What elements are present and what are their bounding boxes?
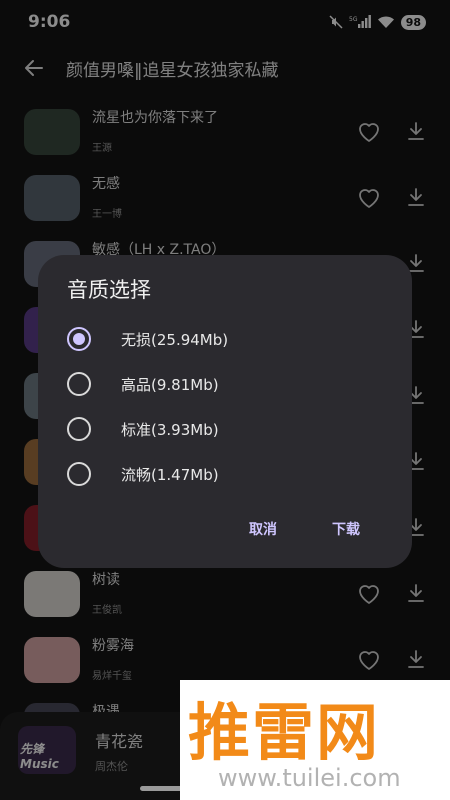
option-standard[interactable]: 标准(3.93Mb) — [67, 409, 367, 449]
option-high[interactable]: 高品(9.81Mb) — [67, 364, 367, 404]
option-label: 标准(3.93Mb) — [121, 420, 219, 439]
radio-smooth[interactable] — [67, 462, 91, 486]
quality-dialog: 音质选择 无损(25.94Mb) 高品(9.81Mb) 标准(3.93Mb) 流… — [38, 255, 412, 568]
option-lossless[interactable]: 无损(25.94Mb) — [67, 319, 367, 359]
radio-lossless[interactable] — [67, 327, 91, 351]
watermark-brand: 推雷网 — [188, 696, 381, 769]
option-smooth[interactable]: 流畅(1.47Mb) — [67, 454, 367, 494]
option-label: 流畅(1.47Mb) — [121, 465, 219, 484]
dialog-title: 音质选择 — [67, 278, 151, 302]
watermark-url: www.tuilei.com — [218, 764, 401, 792]
option-label: 无损(25.94Mb) — [121, 330, 229, 349]
radio-high[interactable] — [67, 372, 91, 396]
cancel-button[interactable]: 取消 — [249, 519, 277, 539]
watermark: 推雷网 www.tuilei.com — [180, 680, 450, 800]
radio-standard[interactable] — [67, 417, 91, 441]
option-label: 高品(9.81Mb) — [121, 375, 219, 394]
download-button[interactable]: 下载 — [332, 519, 360, 539]
